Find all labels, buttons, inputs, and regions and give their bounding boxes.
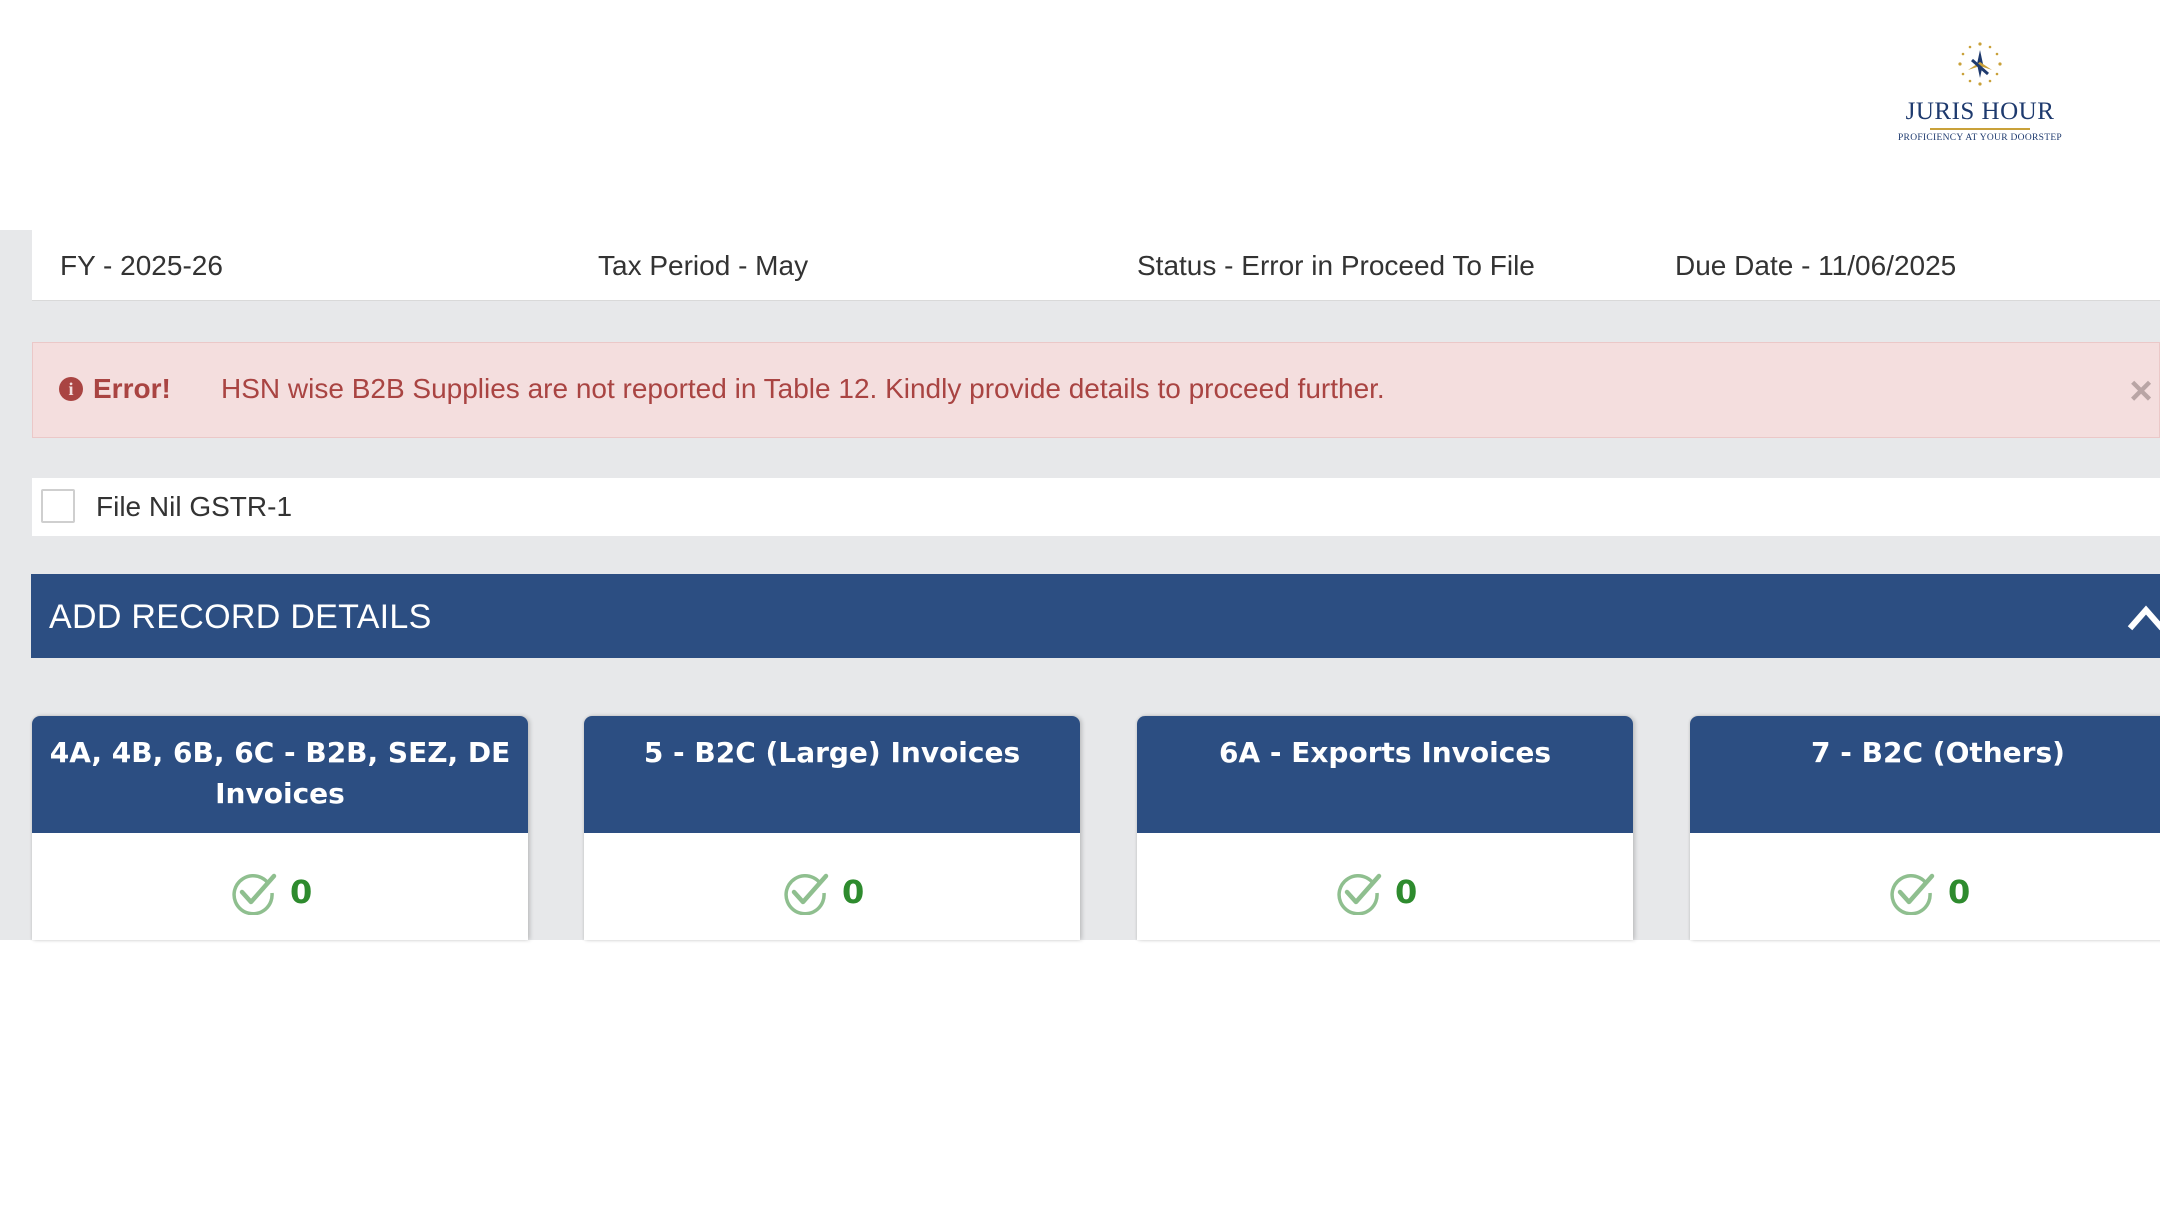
tile-count: 0 [290,873,313,911]
due-date: Due Date - 11/06/2025 [1675,250,1957,281]
tile-title: 7 - B2C (Others) [1690,716,2160,833]
check-circle-icon [1337,873,1382,915]
tile-title: 5 - B2C (Large) Invoices [584,716,1080,833]
tile-b2c-others[interactable]: 7 - B2C (Others) 0 [1690,716,2160,940]
financial-year: FY - 2025-26 [60,250,223,281]
check-circle-icon [1890,873,1935,915]
logo-divider [1930,128,2030,130]
return-status: Status - Error in Proceed To File [1137,250,1535,281]
gstr1-portal-panel: FY - 2025-26 Tax Period - May Status - E… [0,230,2160,940]
tile-count: 0 [1948,873,1971,911]
add-record-details-header[interactable]: ADD RECORD DETAILS [31,574,2160,658]
tile-b2b-sez-de[interactable]: 4A, 4B, 6B, 6C - B2B, SEZ, DE Invoices 0 [32,716,528,940]
compass-star-icon [1958,42,2002,86]
tile-body: 0 [1690,833,2160,940]
tile-body: 0 [32,833,528,940]
nil-filing-row: File Nil GSTR-1 [32,478,2160,536]
check-circle-icon [232,873,277,915]
tile-title: 4A, 4B, 6B, 6C - B2B, SEZ, DE Invoices [32,716,528,833]
check-circle-icon [784,873,829,915]
juris-hour-logo: JURIS HOUR PROFICIENCY AT YOUR DOORSTEP [1880,40,2080,160]
close-icon[interactable]: × [2123,371,2159,411]
tile-body: 0 [584,833,1080,940]
alert-message: HSN wise B2B Supplies are not reported i… [221,373,1385,404]
section-title: ADD RECORD DETAILS [49,598,432,636]
chevron-up-icon[interactable] [2126,600,2160,632]
tile-b2c-large[interactable]: 5 - B2C (Large) Invoices 0 [584,716,1080,940]
file-nil-label[interactable]: File Nil GSTR-1 [96,491,292,523]
tile-count: 0 [842,873,865,911]
return-info-bar: FY - 2025-26 Tax Period - May Status - E… [32,230,2160,301]
tile-body: 0 [1137,833,1633,940]
page: JURIS HOUR PROFICIENCY AT YOUR DOORSTEP … [0,0,2160,1215]
info-circle-icon: i [59,377,83,401]
tile-exports[interactable]: 6A - Exports Invoices 0 [1137,716,1633,940]
file-nil-checkbox[interactable] [41,489,75,523]
tax-period: Tax Period - May [598,250,809,281]
alert-title: Error! [93,373,171,404]
logo-name: JURIS HOUR [1905,98,2055,125]
error-alert: i Error! HSN wise B2B Supplies are not r… [32,342,2160,438]
logo-tagline: PROFICIENCY AT YOUR DOORSTEP [1897,133,2063,143]
tile-count: 0 [1395,873,1418,911]
tile-title: 6A - Exports Invoices [1137,716,1633,833]
